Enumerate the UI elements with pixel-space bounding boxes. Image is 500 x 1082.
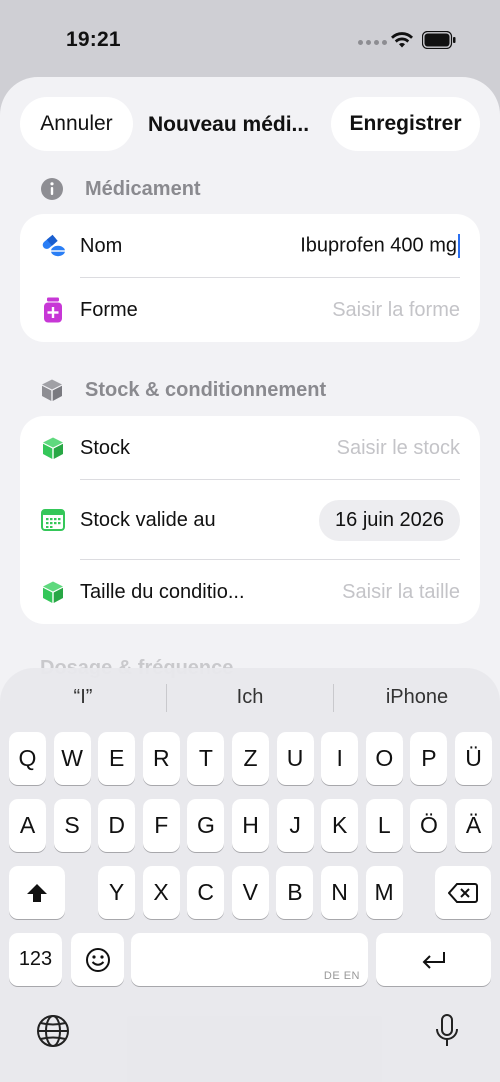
delete-icon: [448, 882, 478, 903]
cellular-signal-icon: [358, 40, 387, 45]
box-icon: [40, 378, 64, 402]
return-key[interactable]: [376, 933, 491, 986]
emoji-icon: [85, 947, 110, 972]
box-icon: [40, 435, 66, 461]
key-q[interactable]: Q: [9, 732, 46, 785]
stock-label: Stock: [80, 436, 131, 459]
key-ö[interactable]: Ö: [410, 799, 448, 852]
section-title: Médicament: [85, 177, 201, 200]
pack-size-row[interactable]: Taille du conditio... Saisir la taille: [20, 560, 480, 624]
name-label: Nom: [80, 234, 123, 257]
key-z[interactable]: Z: [232, 732, 269, 785]
suggestion-item[interactable]: iPhone: [334, 686, 500, 709]
valid-until-label: Stock valide au: [80, 508, 216, 531]
emoji-key[interactable]: [71, 933, 124, 986]
key-i[interactable]: I: [321, 732, 359, 785]
return-icon: [422, 951, 445, 969]
stock-card: Stock Saisir le stock Stock valide au 16…: [20, 416, 480, 624]
key-ü[interactable]: Ü: [455, 732, 492, 785]
pack-size-label: Taille du conditio...: [80, 580, 245, 603]
pills-icon: [40, 233, 66, 259]
suggestion-bar: “I” Ich iPhone: [0, 668, 500, 728]
key-l[interactable]: L: [365, 799, 403, 852]
info-icon: [40, 177, 64, 201]
form-label: Forme: [80, 298, 138, 321]
key-g[interactable]: G: [187, 799, 225, 852]
key-a[interactable]: A: [9, 799, 46, 852]
key-r[interactable]: R: [142, 732, 180, 785]
key-f[interactable]: F: [142, 799, 180, 852]
section-header-medicament: Médicament: [40, 175, 201, 203]
cancel-button[interactable]: Annuler: [20, 97, 133, 151]
battery-icon: [422, 31, 456, 49]
medicament-card: Nom Ibuprofen 400 mg Forme Saisir la for…: [20, 214, 480, 342]
key-u[interactable]: U: [276, 732, 314, 785]
stock-row[interactable]: Stock Saisir le stock: [20, 416, 480, 480]
save-button[interactable]: Enregistrer: [331, 97, 480, 151]
wifi-icon: [391, 32, 413, 48]
suggestion-item[interactable]: Ich: [167, 686, 333, 709]
globe-icon[interactable]: [36, 1014, 70, 1048]
key-v[interactable]: V: [231, 866, 269, 919]
status-bar: 19:21: [0, 0, 500, 78]
keyboard: “I” Ich iPhone QWERTZUIOPÜ ASDFGHJKLÖÄ Y…: [0, 668, 500, 1082]
box-icon: [40, 579, 66, 605]
space-sublabel: DE EN: [323, 970, 360, 982]
key-w[interactable]: W: [53, 732, 91, 785]
key-h[interactable]: H: [232, 799, 269, 852]
date-picker-button[interactable]: 16 juin 2026: [319, 499, 460, 541]
shift-key[interactable]: [9, 866, 65, 919]
pack-size-input[interactable]: Saisir la taille: [342, 581, 460, 604]
key-e[interactable]: E: [98, 732, 136, 785]
key-x[interactable]: X: [142, 866, 180, 919]
sheet-title: Nouveau médi...: [148, 113, 310, 136]
valid-until-row[interactable]: Stock valide au 16 juin 2026: [20, 480, 480, 560]
key-d[interactable]: D: [98, 799, 136, 852]
key-p[interactable]: P: [410, 732, 448, 785]
delete-key[interactable]: [435, 866, 491, 919]
key-b[interactable]: B: [276, 866, 314, 919]
section-header-stock: Stock & conditionnement: [40, 376, 326, 404]
key-y[interactable]: Y: [98, 866, 135, 919]
key-ä[interactable]: Ä: [455, 799, 492, 852]
key-c[interactable]: C: [187, 866, 225, 919]
section-title: Stock & conditionnement: [85, 378, 327, 401]
key-o[interactable]: O: [365, 732, 403, 785]
shift-icon: [27, 883, 47, 902]
calendar-icon: [40, 507, 66, 533]
medicine-bottle-icon: [40, 297, 66, 323]
name-row[interactable]: Nom Ibuprofen 400 mg: [20, 214, 480, 278]
status-time: 19:21: [66, 28, 121, 51]
key-n[interactable]: N: [321, 866, 358, 919]
suggestion-item[interactable]: “I”: [0, 686, 166, 709]
numbers-key[interactable]: 123: [9, 933, 62, 986]
form-row[interactable]: Forme Saisir la forme: [20, 278, 480, 342]
microphone-icon[interactable]: [430, 1014, 464, 1048]
stock-input[interactable]: Saisir le stock: [337, 437, 460, 460]
space-key[interactable]: DE EN: [131, 933, 368, 986]
key-t[interactable]: T: [187, 732, 225, 785]
key-k[interactable]: K: [321, 799, 359, 852]
text-cursor: [458, 234, 460, 258]
key-s[interactable]: S: [53, 799, 91, 852]
key-j[interactable]: J: [276, 799, 314, 852]
key-m[interactable]: M: [365, 866, 403, 919]
name-input[interactable]: Ibuprofen 400 mg: [300, 234, 460, 258]
form-input[interactable]: Saisir la forme: [332, 299, 460, 322]
